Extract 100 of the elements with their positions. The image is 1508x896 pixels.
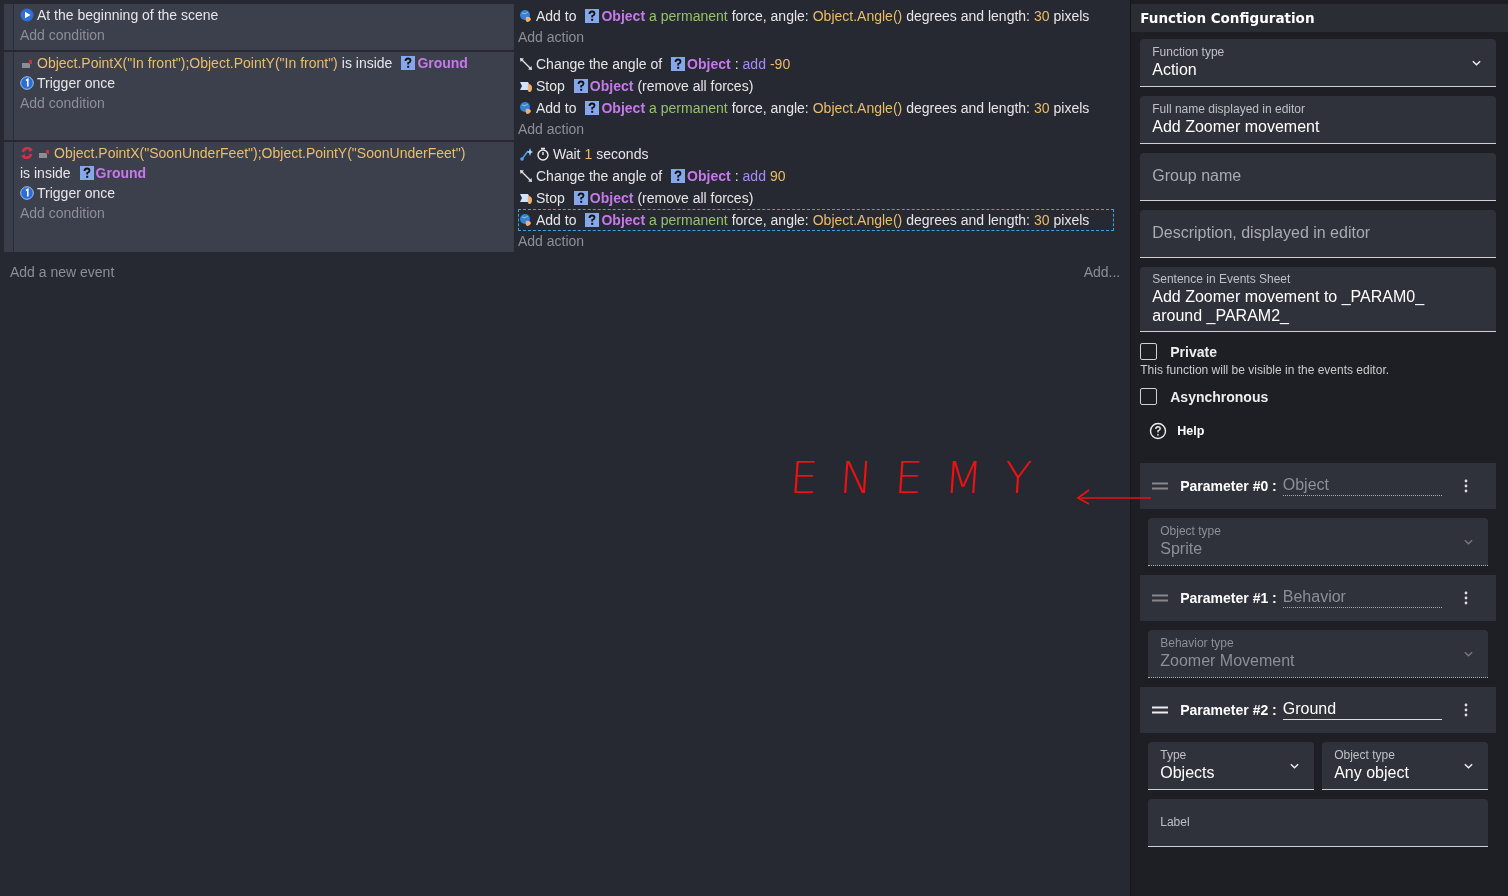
action-text: force, angle: bbox=[731, 99, 809, 118]
condition-text: At the beginning of the scene bbox=[37, 6, 219, 25]
parameter-label: Parameter #0 : bbox=[1180, 478, 1277, 494]
handwritten-annotation: ENEMY bbox=[788, 451, 1056, 503]
chevron-down-icon bbox=[1463, 538, 1474, 546]
more-options-icon[interactable] bbox=[1464, 591, 1468, 605]
text-field[interactable]: Label bbox=[1148, 799, 1488, 847]
add-action-link[interactable]: Add action bbox=[518, 27, 1121, 48]
action-text: (remove all forces) bbox=[637, 189, 754, 208]
condition-text: Object.PointX("In front");Object.PointY("In front") bbox=[37, 54, 338, 73]
more-options-icon[interactable] bbox=[1464, 703, 1468, 717]
action-text: add bbox=[742, 55, 766, 74]
checkbox-label[interactable]: Asynchronous bbox=[1170, 388, 1269, 405]
action-text: degrees and length: bbox=[906, 99, 1030, 118]
action-row[interactable]: Stop Object (remove all forces) bbox=[518, 187, 1115, 209]
action-text: Object.Angle() bbox=[812, 7, 903, 26]
unknown-object-icon bbox=[671, 169, 686, 183]
action-text: force, angle: bbox=[731, 211, 809, 230]
action-text: 30 bbox=[1034, 99, 1050, 118]
text-field[interactable]: Sentence in Events Sheet Add Zoomer movement to _PARAM0_ around _PARAM2_ bbox=[1140, 267, 1496, 332]
action-row[interactable]: Change the angle of Object : add 90 bbox=[518, 165, 1115, 187]
drag-handle-icon[interactable] bbox=[1152, 482, 1169, 490]
chevron-down-icon bbox=[1463, 762, 1474, 770]
action-text: -90 bbox=[769, 55, 791, 74]
unknown-object-icon bbox=[585, 9, 600, 23]
stop-hand-icon bbox=[519, 79, 533, 93]
parameter-name-field[interactable]: Ground bbox=[1282, 700, 1442, 720]
checkbox[interactable] bbox=[1140, 388, 1158, 405]
action-text: degrees and length: bbox=[906, 7, 1030, 26]
stopwatch-icon bbox=[536, 147, 550, 161]
checkbox-label[interactable]: Private bbox=[1170, 343, 1217, 360]
action-text: Object.Angle() bbox=[812, 211, 903, 230]
unknown-object-icon bbox=[585, 101, 600, 115]
dropdown-field[interactable]: Object type Any object bbox=[1322, 742, 1488, 790]
action-text: : bbox=[734, 167, 739, 186]
action-text: Change the angle of bbox=[536, 55, 663, 74]
action-text: force, angle: bbox=[731, 7, 809, 26]
action-text: a permanent bbox=[649, 99, 728, 118]
action-text: 1 bbox=[584, 145, 593, 164]
action-row[interactable]: Change the angle of Object : add -90 bbox=[518, 53, 1115, 75]
action-row[interactable]: Add to Object a permanent force, angle: Object.Angle() degrees and length: 30 pixels bbox=[518, 97, 1115, 119]
action-text: pixels bbox=[1053, 211, 1090, 230]
add-action-link[interactable]: Add action bbox=[518, 119, 1121, 140]
action-text: degrees and length: bbox=[906, 211, 1030, 230]
chevron-down-icon bbox=[1463, 650, 1474, 658]
globe-hand-icon bbox=[519, 9, 533, 23]
action-text: Object bbox=[589, 189, 634, 208]
text-field[interactable]: Description, displayed in editor bbox=[1140, 210, 1496, 258]
dropdown-field[interactable]: Function type Action bbox=[1140, 39, 1496, 87]
chevron-down-icon bbox=[1471, 59, 1482, 67]
diagonal-arrow-icon bbox=[519, 57, 533, 71]
action-text: 30 bbox=[1034, 211, 1050, 230]
action-text: Add to bbox=[536, 7, 577, 26]
add-event-link[interactable]: Add a new event bbox=[10, 262, 115, 283]
action-text: a permanent bbox=[649, 211, 728, 230]
action-text: pixels bbox=[1053, 99, 1090, 118]
parameter-label: Parameter #2 : bbox=[1180, 702, 1277, 718]
action-text: Object bbox=[687, 167, 731, 186]
globe-hand-icon bbox=[519, 213, 533, 227]
unknown-object-icon bbox=[573, 79, 588, 93]
help-button[interactable]: Help bbox=[1140, 418, 1214, 444]
parameter-label: Parameter #1 : bbox=[1180, 590, 1277, 606]
action-text: Object bbox=[589, 77, 634, 96]
action-text: 90 bbox=[769, 167, 786, 186]
unknown-object-icon bbox=[573, 191, 588, 205]
action-text: Object bbox=[601, 7, 646, 26]
text-field[interactable]: Full name displayed in editor Add Zoomer movement bbox=[1140, 96, 1496, 144]
checkbox[interactable] bbox=[1140, 343, 1158, 360]
sparkle-icon bbox=[519, 147, 533, 161]
add-menu-link[interactable]: Add... bbox=[1083, 262, 1121, 283]
chevron-down-icon bbox=[1289, 762, 1301, 770]
action-text: Stop bbox=[536, 77, 565, 96]
action-text: pixels bbox=[1053, 7, 1090, 26]
action-row[interactable]: Wait 1 seconds bbox=[518, 143, 1115, 165]
dropdown-field[interactable]: Type Objects bbox=[1148, 742, 1315, 790]
action-text: (remove all forces) bbox=[637, 77, 754, 96]
unknown-object-icon bbox=[401, 56, 416, 70]
text-field[interactable]: Group name bbox=[1140, 153, 1496, 201]
action-text: Change the angle of bbox=[536, 167, 663, 186]
add-action-link[interactable]: Add action bbox=[518, 231, 1121, 252]
action-text: Wait bbox=[553, 145, 581, 164]
action-text: Add to bbox=[536, 99, 577, 118]
more-options-icon[interactable] bbox=[1464, 479, 1468, 493]
action-text: a permanent bbox=[649, 7, 728, 26]
action-row[interactable]: Add to Object a permanent force, angle: Object.Angle() degrees and length: 30 pixels bbox=[518, 209, 1115, 231]
drag-handle-icon[interactable] bbox=[1152, 594, 1169, 602]
trigger-once-icon bbox=[20, 76, 34, 90]
hint-text: This function will be visible in the events editor. bbox=[1140, 363, 1391, 377]
condition-text: Trigger once bbox=[37, 74, 116, 93]
action-row[interactable]: Stop Object (remove all forces) bbox=[518, 75, 1115, 97]
action-text: seconds bbox=[596, 145, 649, 164]
repeat-icon bbox=[20, 146, 34, 160]
action-text: Object bbox=[601, 99, 646, 118]
unknown-object-icon bbox=[671, 57, 686, 71]
trigger-once-icon bbox=[20, 186, 34, 200]
action-text: Object bbox=[601, 211, 646, 230]
condition-text: is inside bbox=[20, 164, 71, 183]
action-row[interactable]: Add to Object a permanent force, angle: Object.Angle() degrees and length: 30 pixels bbox=[518, 5, 1115, 27]
help-icon bbox=[1149, 422, 1168, 440]
action-text: Object.Angle() bbox=[812, 99, 903, 118]
